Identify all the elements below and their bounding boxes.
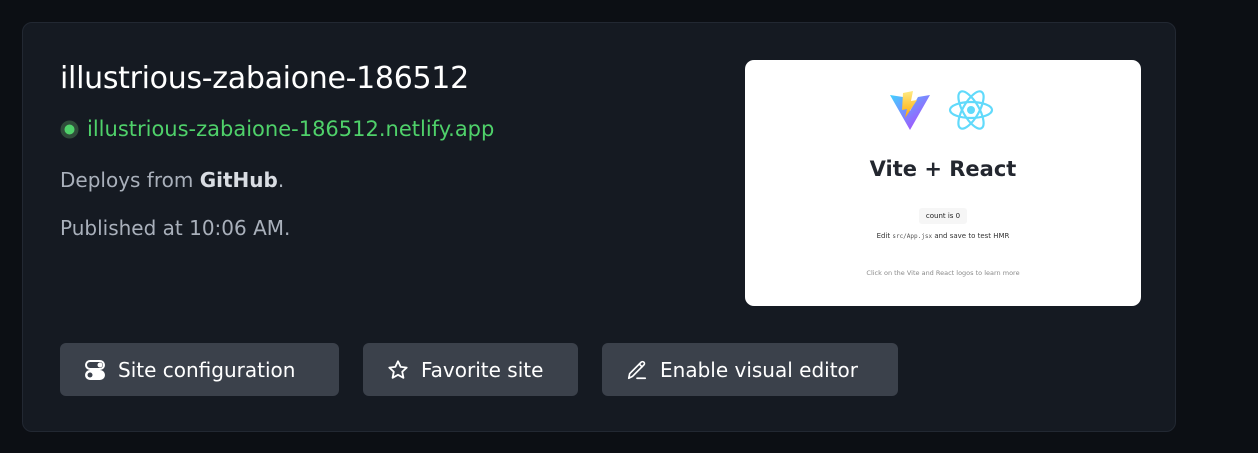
deploy-prefix: Deploys from (60, 168, 200, 192)
published-time: Published at 10:06 AM. (60, 216, 291, 240)
preview-logos (889, 88, 995, 136)
enable-visual-editor-label: Enable visual editor (660, 357, 858, 382)
toggles-icon (84, 359, 106, 381)
preview-count-button: count is 0 (919, 208, 967, 224)
deploy-suffix: . (277, 168, 285, 192)
favorite-site-label: Favorite site (421, 357, 544, 382)
preview-edit-hint: Edit src/App.jsx and save to test HMR (745, 232, 1141, 240)
site-configuration-button[interactable]: Site configuration (60, 343, 339, 396)
edit-prefix: Edit (876, 232, 893, 240)
vite-logo-icon (889, 89, 931, 135)
published-status-icon (60, 120, 79, 139)
site-name: illustrious-zabaione-186512 (60, 61, 469, 96)
preview-title: Vite + React (869, 157, 1017, 181)
edit-code: src/App.jsx (892, 233, 933, 240)
preview-read-docs: Click on the Vite and React logos to lea… (866, 269, 1020, 277)
edit-suffix: and save to test HMR (932, 232, 1010, 240)
site-preview-thumbnail[interactable]: Vite + React count is 0 Edit src/App.jsx… (745, 60, 1141, 306)
favorite-site-button[interactable]: Favorite site (363, 343, 578, 396)
site-actions: Site configuration Favorite site Enable … (60, 343, 898, 396)
site-url-row: illustrious-zabaione-186512.netlify.app (60, 117, 494, 141)
react-logo-icon (947, 88, 995, 136)
site-configuration-label: Site configuration (118, 357, 296, 382)
deploy-source: GitHub (199, 168, 278, 192)
site-url-link[interactable]: illustrious-zabaione-186512.netlify.app (87, 117, 494, 141)
pencil-icon (626, 359, 648, 381)
enable-visual-editor-button[interactable]: Enable visual editor (602, 343, 898, 396)
deploy-source-text: Deploys from GitHub. (60, 168, 284, 192)
site-card: illustrious-zabaione-186512 illustrious-… (22, 22, 1176, 432)
star-icon (387, 359, 409, 381)
